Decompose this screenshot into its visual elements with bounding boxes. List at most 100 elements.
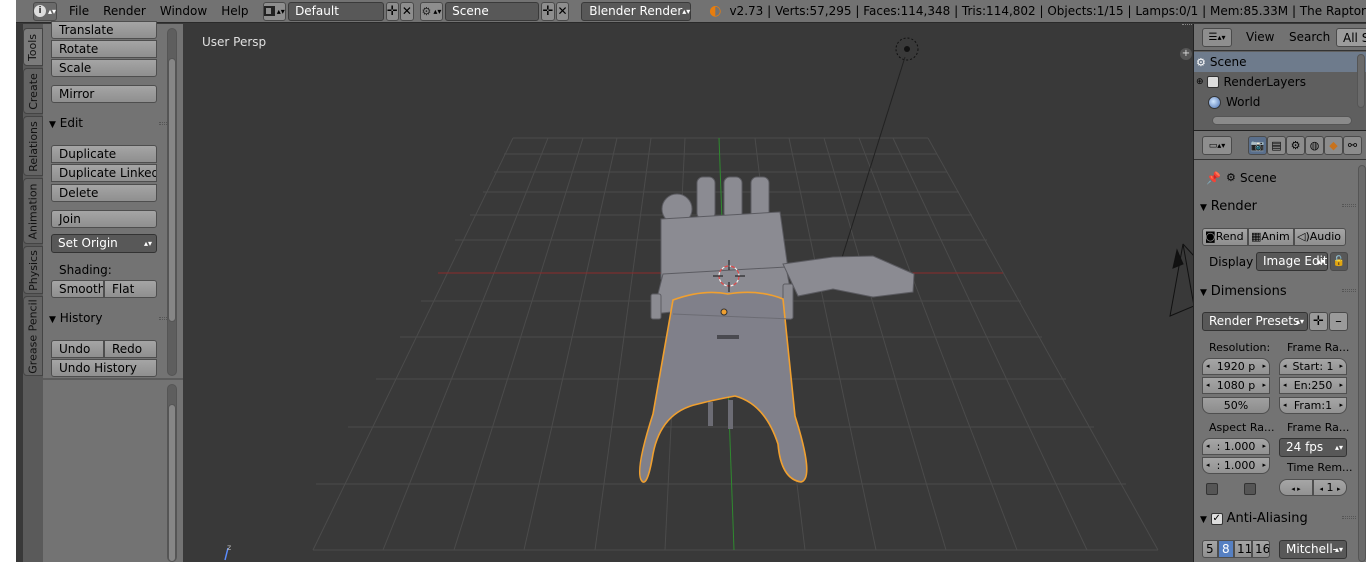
remove-preset-button[interactable]: – bbox=[1329, 312, 1348, 331]
time-remap-old-field[interactable]: ◂ ▸ bbox=[1279, 479, 1313, 496]
render-presets-select[interactable]: Render Presets ▴▾ bbox=[1202, 312, 1308, 331]
constraints-context-icon[interactable]: ⚯ bbox=[1343, 136, 1362, 155]
arrow-right-icon[interactable]: ▸ bbox=[1339, 378, 1343, 393]
dimensions-panel-header[interactable]: ▼ Dimensions bbox=[1198, 280, 1358, 302]
add-screen-button[interactable]: ✛ bbox=[385, 1, 400, 21]
arrow-right-icon[interactable]: ▸ bbox=[1262, 378, 1266, 393]
render-panel-header[interactable]: ▼ Render bbox=[1198, 195, 1358, 217]
resolution-percentage-field[interactable]: 50% bbox=[1202, 397, 1270, 414]
arrow-left-icon[interactable]: ◂ bbox=[1319, 485, 1323, 493]
lock-interface-button[interactable]: 🔓 bbox=[1330, 252, 1348, 271]
panel-grip-icon[interactable] bbox=[1342, 204, 1356, 207]
history-panel-header[interactable]: ▼ History bbox=[43, 308, 183, 328]
world-context-icon[interactable]: ◍ bbox=[1305, 136, 1324, 155]
render-animation-button[interactable]: ▦Anim bbox=[1248, 228, 1294, 246]
arrow-right-icon[interactable]: ▸ bbox=[1339, 398, 1343, 413]
duplicate-button[interactable]: Duplicate bbox=[51, 145, 157, 163]
scale-button[interactable]: Scale bbox=[51, 59, 157, 77]
panel-grip-icon[interactable] bbox=[1342, 289, 1356, 292]
render-image-button[interactable]: ◙Rend bbox=[1202, 228, 1248, 246]
delete-scene-button[interactable]: ✕ bbox=[555, 1, 570, 21]
scene-icon-button[interactable]: ⚙ ▴▾ bbox=[419, 1, 444, 21]
outliner-item-scene[interactable]: ⚙ Scene bbox=[1194, 52, 1366, 72]
outliner-item-world[interactable]: World bbox=[1194, 92, 1366, 112]
arrow-right-icon[interactable]: ▸ bbox=[1262, 458, 1266, 473]
tab-tools[interactable]: Tools bbox=[23, 28, 43, 66]
outliner-search-menu[interactable]: Search bbox=[1289, 30, 1330, 44]
expand-plus-icon[interactable]: ⊕ bbox=[1196, 77, 1204, 87]
frame-start-field[interactable]: ◂ Start: 1 ▸ bbox=[1279, 358, 1347, 375]
arrow-left-icon[interactable]: ◂ bbox=[1206, 378, 1210, 393]
frame-rate-select[interactable]: 24 fps ▴▾ bbox=[1279, 438, 1347, 457]
add-scene-button[interactable]: ✛ bbox=[541, 1, 555, 21]
renderlayers-context-icon[interactable]: ▤ bbox=[1267, 136, 1286, 155]
tab-grease-pencil[interactable]: Grease Pencil bbox=[23, 296, 43, 376]
display-select[interactable]: Image Edit ▴▾ bbox=[1256, 252, 1328, 271]
menu-render[interactable]: Render bbox=[103, 4, 146, 18]
frame-step-field[interactable]: ◂ Fram:1 ▸ bbox=[1279, 397, 1347, 414]
aa-samples-8[interactable]: 8 bbox=[1218, 540, 1234, 558]
undo-history-button[interactable]: Undo History bbox=[51, 359, 157, 377]
aa-samples-16[interactable]: 16 bbox=[1252, 540, 1270, 558]
resolution-y-field[interactable]: ◂ 1080 p ▸ bbox=[1202, 377, 1270, 394]
add-preset-button[interactable]: ✛ bbox=[1309, 312, 1328, 331]
arrow-right-icon[interactable]: ▸ bbox=[1339, 359, 1343, 374]
menu-window[interactable]: Window bbox=[160, 4, 207, 18]
toolshelf-lower-scrollbar-thumb[interactable] bbox=[168, 404, 176, 562]
toolshelf-scrollbar-thumb[interactable] bbox=[168, 58, 176, 322]
render-context-icon[interactable]: 📷 bbox=[1248, 136, 1267, 155]
mirror-button[interactable]: Mirror bbox=[51, 85, 157, 103]
tab-physics[interactable]: Physics bbox=[23, 246, 43, 294]
object-context-icon[interactable]: ◆ bbox=[1324, 136, 1343, 155]
aspect-x-field[interactable]: ◂ : 1.000 ▸ bbox=[1202, 438, 1270, 455]
aspect-y-field[interactable]: ◂ : 1.000 ▸ bbox=[1202, 457, 1270, 474]
aa-samples-5[interactable]: 5 bbox=[1202, 540, 1218, 558]
delete-button[interactable]: Delete bbox=[51, 184, 157, 202]
viewport-plus-icon[interactable]: + bbox=[1180, 48, 1192, 60]
aa-filter-select[interactable]: Mitchell- ▴▾ bbox=[1279, 540, 1347, 559]
edit-panel-header[interactable]: ▼ Edit bbox=[43, 113, 183, 133]
arrow-left-icon[interactable]: ◂ ▸ bbox=[1291, 485, 1300, 493]
translate-button[interactable]: Translate bbox=[51, 21, 157, 39]
outliner-view-menu[interactable]: View bbox=[1246, 30, 1274, 44]
pin-icon[interactable]: 📌 bbox=[1206, 171, 1221, 185]
smooth-button[interactable]: Smooth bbox=[51, 280, 104, 298]
menu-help[interactable]: Help bbox=[221, 4, 248, 18]
time-remap-new-field[interactable]: ◂ 1 ▸ bbox=[1313, 479, 1347, 496]
tab-animation[interactable]: Animation bbox=[23, 178, 43, 244]
arrow-left-icon[interactable]: ◂ bbox=[1283, 398, 1287, 413]
join-button[interactable]: Join bbox=[51, 210, 157, 228]
render-audio-button[interactable]: ◁)Audio bbox=[1294, 228, 1346, 246]
aa-samples-11[interactable]: 11 bbox=[1234, 540, 1252, 558]
outliner-editor-type-button[interactable]: ☰ ▴▾ bbox=[1202, 28, 1232, 47]
outliner-item-renderlayers[interactable]: ⊕ RenderLayers bbox=[1194, 72, 1366, 92]
arrow-left-icon[interactable]: ◂ bbox=[1283, 378, 1287, 393]
redo-button[interactable]: Redo bbox=[104, 340, 157, 358]
area-divider-vertical[interactable] bbox=[1193, 24, 1194, 562]
arrow-right-icon[interactable]: ▸ bbox=[1262, 439, 1266, 454]
arrow-left-icon[interactable]: ◂ bbox=[1283, 359, 1287, 374]
delete-screen-button[interactable]: ✕ bbox=[400, 1, 414, 21]
outliner-vscrollbar[interactable] bbox=[1357, 54, 1365, 108]
properties-scrollbar[interactable] bbox=[1358, 165, 1366, 562]
panel-grip-icon[interactable] bbox=[1342, 516, 1356, 519]
editor-type-button[interactable]: i ▴▾ bbox=[33, 1, 58, 21]
crop-checkbox[interactable] bbox=[1244, 483, 1256, 495]
flat-button[interactable]: Flat bbox=[104, 280, 157, 298]
properties-editor-type-button[interactable]: ▭ ▴▾ bbox=[1202, 136, 1232, 155]
tab-create[interactable]: Create bbox=[23, 68, 43, 114]
duplicate-linked-button[interactable]: Duplicate Linked bbox=[51, 164, 157, 182]
undo-button[interactable]: Undo bbox=[51, 340, 104, 358]
scene-field[interactable]: Scene bbox=[445, 1, 540, 21]
border-checkbox[interactable] bbox=[1206, 483, 1218, 495]
arrow-right-icon[interactable]: ▸ bbox=[1337, 485, 1341, 493]
resolution-x-field[interactable]: ◂ 1920 p ▸ bbox=[1202, 358, 1270, 375]
screen-layout-field[interactable]: Default bbox=[288, 1, 384, 21]
rotate-button[interactable]: Rotate bbox=[51, 40, 157, 58]
set-origin-select[interactable]: Set Origin ▴▾ bbox=[51, 234, 157, 253]
arrow-left-icon[interactable]: ◂ bbox=[1206, 359, 1210, 374]
render-engine-select[interactable]: Blender Render ▴▾ bbox=[581, 1, 692, 21]
anti-aliasing-checkbox[interactable]: ✓ bbox=[1210, 512, 1223, 525]
frame-end-field[interactable]: ◂ En:250 ▸ bbox=[1279, 377, 1347, 394]
3d-viewport[interactable]: User Persp z + bbox=[183, 24, 1194, 562]
